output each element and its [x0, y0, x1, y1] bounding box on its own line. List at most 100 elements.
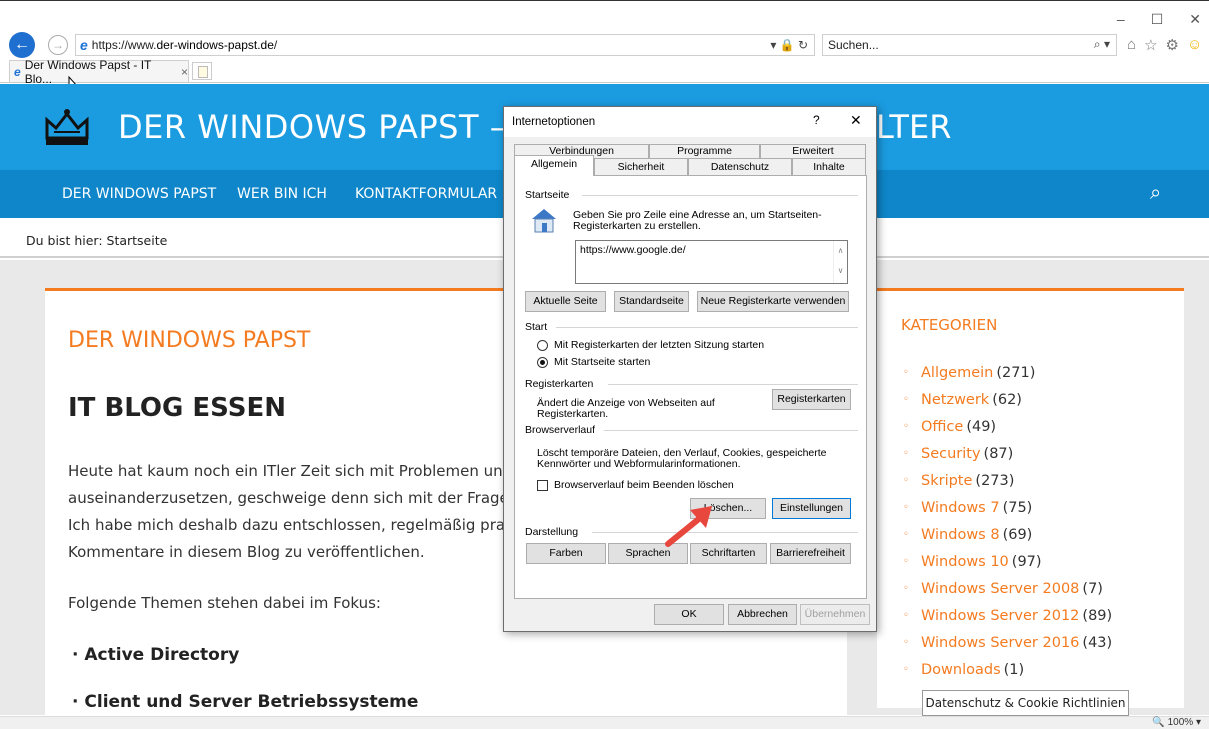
accessibility-button[interactable]: Barrierefreiheit [770, 543, 851, 564]
category-link[interactable]: Windows Server 2008 [921, 581, 1079, 597]
divider [608, 384, 858, 385]
tab-inhalte[interactable]: Inhalte [792, 158, 866, 176]
ok-button[interactable]: OK [654, 604, 724, 625]
ie-icon: e [80, 37, 88, 53]
forward-button[interactable]: → [48, 35, 68, 55]
browser-tab[interactable]: e Der Windows Papst - IT Blo... × [9, 58, 189, 86]
maximize-button[interactable]: ☐ [1151, 11, 1164, 28]
favorites-star-icon[interactable]: ☆ [1144, 36, 1157, 54]
category-item[interactable]: ◦ Security (87) [903, 440, 1112, 467]
category-link[interactable]: Office [921, 419, 963, 435]
tab-title: Der Windows Papst - IT Blo... [24, 57, 152, 86]
category-item[interactable]: ◦ Windows Server 2008 (7) [903, 575, 1112, 602]
bullet-icon: ◦ [903, 637, 909, 648]
group-label-browserverlauf: Browserverlauf [525, 424, 596, 436]
category-count: (62) [992, 391, 1022, 408]
bullet-item: · Active Directory [72, 645, 240, 665]
tab-close-icon[interactable]: × [181, 65, 188, 79]
home-icon[interactable]: ⌂ [1127, 36, 1136, 54]
category-count: (1) [1003, 661, 1025, 678]
tab-erweitert[interactable]: Erweitert [760, 144, 866, 158]
tab-sicherheit[interactable]: Sicherheit [594, 158, 688, 176]
category-count: (43) [1082, 634, 1113, 651]
category-link[interactable]: Skripte [921, 473, 972, 489]
category-count: (69) [1002, 526, 1033, 543]
tab-programme[interactable]: Programme [649, 144, 760, 158]
category-item[interactable]: ◦ Windows 7 (75) [903, 494, 1112, 521]
new-tab-page-button[interactable]: Neue Registerkarte verwenden [697, 291, 849, 312]
category-item[interactable]: ◦ Allgemein (271) [903, 359, 1112, 386]
bullet-item: · Client und Server Betriebssysteme [72, 692, 419, 712]
address-tools[interactable]: ▾ 🔒 ↻ [770, 38, 808, 52]
cookie-policy-button[interactable]: Datenschutz & Cookie Richtlinien [922, 690, 1129, 716]
category-item[interactable]: ◦ Windows Server 2016 (43) [903, 629, 1112, 656]
group-label-registerkarten: Registerkarten [525, 378, 594, 390]
minimize-button[interactable]: – [1117, 11, 1125, 28]
zoom-level[interactable]: 🔍 100% ▾ [1152, 717, 1201, 728]
history-settings-button[interactable]: Einstellungen [772, 498, 851, 519]
red-arrow-annotation-icon [665, 506, 712, 547]
category-item[interactable]: ◦ Windows 10 (97) [903, 548, 1112, 575]
category-item[interactable]: ◦ Office (49) [903, 413, 1112, 440]
category-link[interactable]: Downloads [921, 662, 1001, 678]
search-icon[interactable]: ⌕ ▾ [1094, 37, 1110, 52]
apply-button[interactable]: Übernehmen [800, 604, 870, 625]
close-window-button[interactable]: ✕ [1189, 11, 1201, 28]
gear-icon[interactable]: ⚙ [1166, 36, 1179, 54]
category-link[interactable]: Netzwerk [921, 392, 989, 408]
default-page-button[interactable]: Standardseite [614, 291, 689, 312]
category-item[interactable]: ◦ Windows 8 (69) [903, 521, 1112, 548]
bullet-icon: ◦ [903, 583, 909, 594]
category-link[interactable]: Security [921, 446, 981, 462]
category-link[interactable]: Windows 7 [921, 500, 1000, 516]
group-label-darstellung: Darstellung [525, 526, 579, 538]
site-title[interactable]: DER WINDOWS PAPST – [118, 108, 506, 146]
radio-last-session[interactable]: Mit Registerkarten der letzten Sitzung s… [537, 339, 764, 351]
back-button[interactable]: ← [9, 32, 35, 58]
category-link[interactable]: Windows 10 [921, 554, 1009, 570]
category-link[interactable]: Windows Server 2016 [921, 635, 1079, 651]
status-bar: 🔍 100% ▾ [0, 716, 1209, 729]
category-link[interactable]: Windows 8 [921, 527, 1000, 543]
new-tab-button[interactable] [192, 62, 212, 80]
bullet-icon: ◦ [903, 556, 909, 567]
help-button[interactable]: ? [813, 113, 820, 127]
current-page-button[interactable]: Aktuelle Seite [525, 291, 606, 312]
tabs-settings-button[interactable]: Registerkarten [772, 389, 851, 410]
startseite-description: Geben Sie pro Zeile eine Adresse an, um … [573, 209, 822, 232]
blog-heading: IT BLOG ESSEN [68, 393, 286, 423]
tab-allgemein[interactable]: Allgemein [514, 155, 594, 176]
category-item[interactable]: ◦ Netzwerk (62) [903, 386, 1112, 413]
smiley-feedback-icon[interactable]: ☺ [1187, 36, 1202, 54]
crown-logo-icon [45, 109, 89, 145]
category-item[interactable]: ◦ Skripte (273) [903, 467, 1112, 494]
category-item[interactable]: ◦ Windows Server 2012 (89) [903, 602, 1112, 629]
site-title-end[interactable]: LTER [876, 108, 951, 146]
tab-row-front: Allgemein Sicherheit Datenschutz Inhalte [514, 155, 866, 176]
address-bar[interactable]: e https://www.der-windows-papst.de/ ▾ 🔒 … [75, 34, 815, 56]
nav-search-icon[interactable]: ⌕ [1150, 182, 1161, 205]
house-icon [532, 209, 556, 233]
paragraph-line: Heute hat kaum noch ein ITler Zeit sich … [68, 462, 527, 480]
bullet-icon: ◦ [903, 529, 909, 540]
tab-ie-icon: e [14, 64, 21, 79]
category-count: (271) [996, 364, 1036, 381]
category-item[interactable]: ◦ Downloads (1) [903, 656, 1112, 683]
cancel-button[interactable]: Abbrechen [728, 604, 797, 625]
textarea-scrollbar[interactable]: ∧ ∨ [833, 241, 847, 283]
category-link[interactable]: Allgemein [921, 365, 993, 381]
category-count: (273) [975, 472, 1015, 489]
category-link[interactable]: Windows Server 2012 [921, 608, 1079, 624]
radio-start-with-homepage[interactable]: Mit Startseite starten [537, 356, 650, 368]
homepage-url-textarea[interactable]: https://www.google.de/ ∧ ∨ [575, 240, 848, 284]
dialog-close-button[interactable]: ✕ [850, 112, 862, 129]
delete-on-exit-checkbox[interactable]: Browserverlauf beim Beenden löschen [537, 479, 734, 491]
nav-item-kontaktformular[interactable]: KONTAKTFORMULAR [355, 186, 497, 202]
nav-item-wer-bin-ich[interactable]: WER BIN ICH [237, 186, 327, 202]
search-input[interactable]: Suchen... ⌕ ▾ [822, 34, 1117, 56]
colors-button[interactable]: Farben [526, 543, 606, 564]
nav-item-der-windows-papst[interactable]: DER WINDOWS PAPST [62, 186, 216, 202]
group-label-startseite: Startseite [525, 189, 570, 201]
tab-datenschutz[interactable]: Datenschutz [688, 158, 792, 176]
radio-circle [537, 339, 548, 351]
